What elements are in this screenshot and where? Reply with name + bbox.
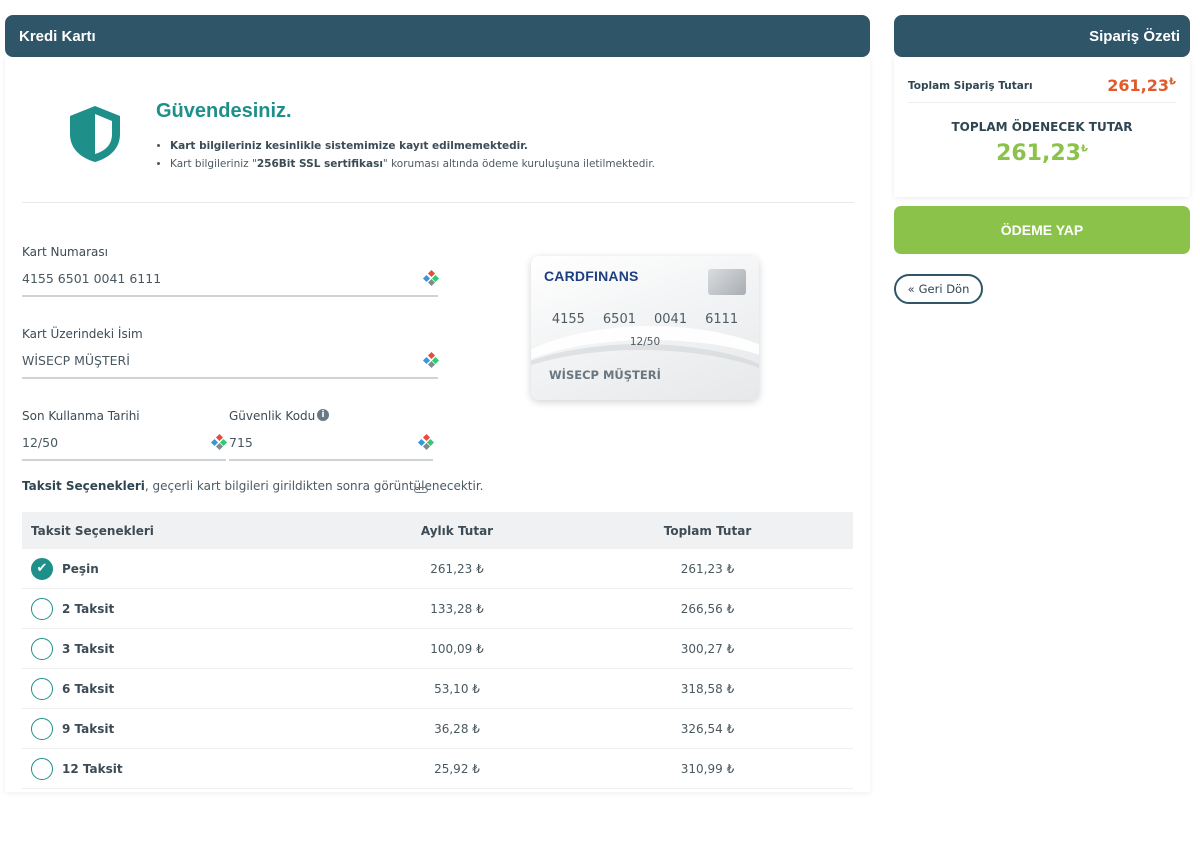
expiry-label: Son Kullanma Tarihi (22, 409, 140, 423)
autofill-icon[interactable] (210, 433, 228, 451)
radio-icon[interactable] (31, 597, 53, 620)
radio-icon[interactable] (31, 757, 53, 780)
divider (22, 202, 854, 203)
autofill-icon[interactable] (422, 351, 440, 369)
table-row[interactable]: 3 Taksit 100,09 ₺ 300,27 ₺ (22, 629, 853, 669)
order-summary-header: Sipariş Özeti (894, 15, 1190, 57)
card-preview: CARDFINANS 4155 6501 0041 6111 12/50 WİS… (531, 256, 759, 400)
installment-table: Taksit Seçenekleri Aylık Tutar Toplam Tu… (22, 512, 853, 789)
table-row[interactable]: 12 Taksit 25,92 ₺ 310,99 ₺ (22, 749, 853, 789)
card-number-label: Kart Numarası (22, 245, 108, 259)
autofill-icon[interactable] (422, 269, 440, 287)
card-name-input[interactable]: WİSECP MÜŞTERİ (22, 343, 440, 379)
credit-card-header: Kredi Kartı (5, 15, 870, 57)
secure-title: Güvendesiniz. (156, 100, 292, 122)
secure-info-list: Kart bilgileriniz kesinlikle sistemimize… (170, 137, 655, 173)
order-summary-title: Sipariş Özeti (1089, 27, 1180, 45)
card-preview-expiry: 12/50 (629, 336, 661, 348)
table-row[interactable]: 2 Taksit 133,28 ₺ 266,56 ₺ (22, 589, 853, 629)
card-brand-logo: CARDFINANS (544, 268, 639, 284)
table-row[interactable]: ✔ Peşin 261,23 ₺ 261,23 ₺ (22, 549, 853, 589)
card-number-input[interactable]: 4155 6501 0041 6111 (22, 261, 440, 297)
pay-button[interactable]: ÖDEME YAP (894, 206, 1190, 254)
payable-value: 261,23₺ (996, 141, 1088, 166)
payable-label: TOPLAM ÖDENECEK TUTAR (951, 120, 1133, 134)
radio-icon[interactable] (31, 637, 53, 660)
order-summary-card: Toplam Sipariş Tutarı 261,23₺ TOPLAM ÖDE… (894, 57, 1190, 197)
back-button[interactable]: «Geri Dön (894, 274, 983, 304)
order-total-row: Toplam Sipariş Tutarı 261,23₺ (908, 69, 1176, 103)
double-chevron-left-icon: « (907, 282, 915, 296)
order-total-value: 261,23₺ (1107, 76, 1176, 95)
table-header: Taksit Seçenekleri Aylık Tutar Toplam Tu… (22, 512, 853, 549)
radio-icon[interactable] (31, 717, 53, 740)
cvv-label: Güvenlik Kodu (229, 409, 316, 423)
info-icon[interactable]: i (317, 409, 329, 421)
radio-icon[interactable] (31, 677, 53, 700)
radio-checked-icon[interactable]: ✔ (31, 557, 53, 580)
toggle-icon[interactable] (414, 487, 428, 493)
table-row[interactable]: 9 Taksit 36,28 ₺ 326,54 ₺ (22, 709, 853, 749)
autofill-icon[interactable] (417, 433, 435, 451)
card-chip-icon (708, 269, 746, 295)
card-preview-number: 4155 6501 0041 6111 (551, 312, 739, 327)
card-name-label: Kart Üzerindeki İsim (22, 327, 143, 341)
cvv-input[interactable]: 715 (229, 425, 435, 461)
secure-info-item: Kart bilgileriniz "256Bit SSL sertifikas… (170, 155, 655, 173)
secure-info-item: Kart bilgileriniz kesinlikle sistemimize… (170, 137, 655, 155)
expiry-input[interactable]: 12/50 (22, 425, 228, 461)
credit-card-title: Kredi Kartı (19, 27, 96, 45)
shield-icon (70, 106, 120, 162)
table-row[interactable]: 6 Taksit 53,10 ₺ 318,58 ₺ (22, 669, 853, 709)
card-preview-name: WİSECP MÜŞTERİ (549, 368, 661, 382)
